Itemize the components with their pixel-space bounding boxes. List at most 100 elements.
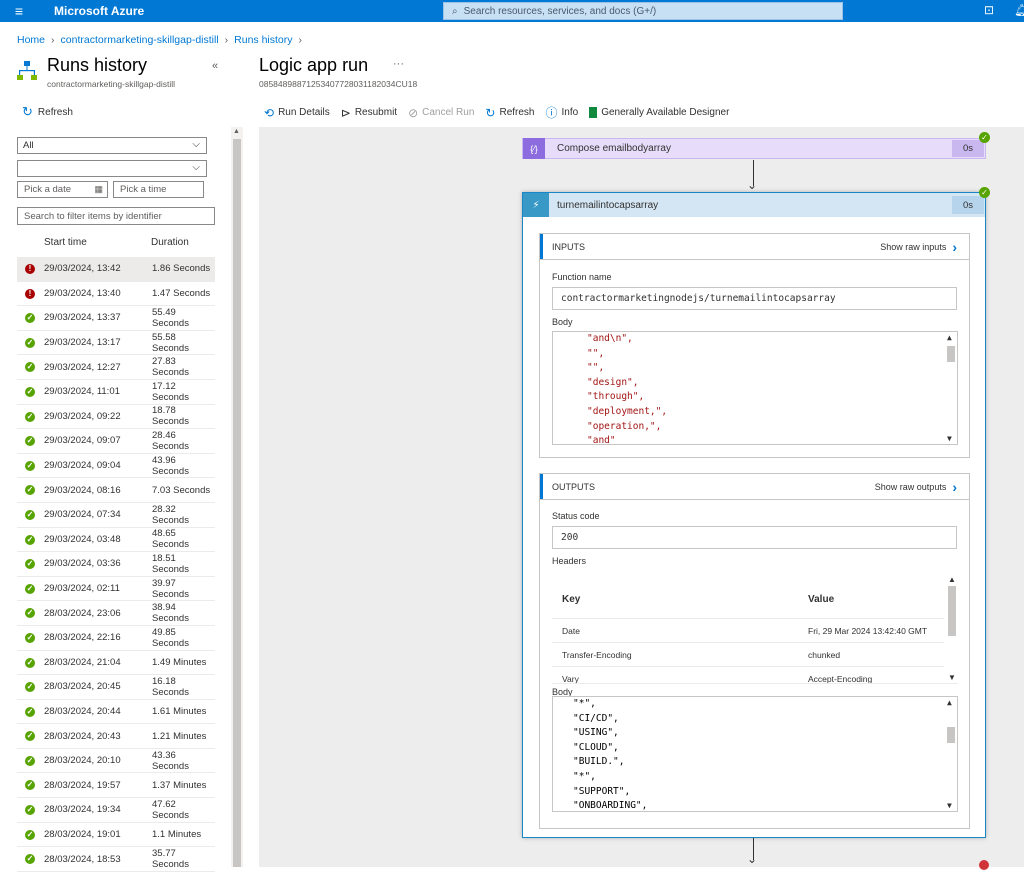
secondary-filter-dropdown[interactable]: ⌵ <box>17 160 207 177</box>
run-row[interactable]: ✓ 29/03/2024, 09:04 43.96 Seconds <box>17 454 215 479</box>
refresh-icon: ↻ <box>22 104 33 119</box>
scroll-thumb[interactable] <box>233 139 241 867</box>
run-row[interactable]: ✓ 29/03/2024, 03:36 18.51 Seconds <box>17 552 215 577</box>
date-picker[interactable]: Pick a date ▦ <box>17 181 108 198</box>
run-row[interactable]: ✓ 28/03/2024, 19:57 1.37 Minutes <box>17 773 215 799</box>
show-raw-outputs-button[interactable]: Show raw outputs › <box>875 479 957 495</box>
refresh-icon: ↻ <box>485 105 496 120</box>
compose-action-card[interactable]: {∕} Compose emailbodyarray 0s <box>522 138 986 159</box>
scroll-down-icon[interactable]: ▼ <box>948 673 956 682</box>
global-search-input[interactable]: ⌕ Search resources, services, and docs (… <box>443 2 843 20</box>
brand-title[interactable]: Microsoft Azure <box>54 4 144 18</box>
info-button[interactable]: ⓘ Info <box>545 104 578 121</box>
refresh-runs-button[interactable]: ↻ Refresh <box>22 104 73 120</box>
collapse-panel-icon[interactable]: « <box>212 60 218 72</box>
run-row[interactable]: ✓ 29/03/2024, 13:37 55.49 Seconds <box>17 306 215 331</box>
code-line: "through", <box>587 391 645 403</box>
run-row[interactable]: ✓ 28/03/2024, 20:45 16.18 Seconds <box>17 675 215 700</box>
show-raw-inputs-button[interactable]: Show raw inputs › <box>880 239 957 255</box>
scroll-thumb[interactable] <box>947 727 955 743</box>
run-row[interactable]: ✓ 28/03/2024, 23:06 38.94 Seconds <box>17 601 215 626</box>
run-row[interactable]: ✓ 28/03/2024, 20:43 1.21 Minutes <box>17 724 215 749</box>
notification-bell-icon[interactable]: 🔔︎ <box>1014 3 1024 17</box>
breadcrumb-home[interactable]: Home <box>17 34 45 46</box>
panel-accent-bar <box>540 234 543 259</box>
hamburger-menu-icon[interactable]: ≡ <box>0 0 38 22</box>
run-row[interactable]: ✓ 28/03/2024, 20:44 1.61 Minutes <box>17 700 215 725</box>
scroll-up-icon[interactable]: ▲ <box>947 333 952 342</box>
function-card-header[interactable]: ⚡︎ turnemailintocapsarray 0s <box>523 193 985 217</box>
input-body-code[interactable]: "and\n", "", "", "design", "through", "deploy… <box>552 331 958 445</box>
headers-scrollbar[interactable]: ▲ ▼ <box>946 574 958 683</box>
resubmit-button[interactable]: ⊳ Resubmit <box>341 104 397 121</box>
success-status-icon: ✓ <box>25 755 35 766</box>
status-filter-dropdown[interactable]: All ⌵ <box>17 137 207 154</box>
run-row[interactable]: ✓ 29/03/2024, 02:11 39.97 Seconds <box>17 577 215 602</box>
run-row[interactable]: ✓ 28/03/2024, 20:10 43.36 Seconds <box>17 749 215 774</box>
identifier-filter-input[interactable]: Search to filter items by identifier <box>17 207 215 225</box>
refresh-run-button[interactable]: ↻ Refresh <box>485 104 534 121</box>
run-start-time: 29/03/2024, 12:27 <box>44 361 121 373</box>
run-row[interactable]: ✓ 29/03/2024, 03:48 48.65 Seconds <box>17 528 215 553</box>
success-status-icon: ✓ <box>25 436 35 447</box>
scroll-thumb[interactable] <box>947 346 955 362</box>
time-picker[interactable]: Pick a time <box>113 181 204 198</box>
run-start-time: 28/03/2024, 23:06 <box>44 607 121 619</box>
logic-app-icon <box>17 61 37 80</box>
breadcrumb-runs-history[interactable]: Runs history <box>234 34 292 46</box>
run-duration: 39.97 Seconds <box>152 577 189 600</box>
panel-accent-bar <box>540 474 543 499</box>
run-duration: 1.37 Minutes <box>152 779 207 791</box>
run-duration: 1.86 Seconds <box>152 263 211 275</box>
breadcrumb-logic-app[interactable]: contractormarketing-skillgap-distill <box>61 34 219 46</box>
run-row[interactable]: ✓ 28/03/2024, 19:01 1.1 Minutes <box>17 823 215 848</box>
success-status-icon: ✓ <box>25 632 35 643</box>
run-row[interactable]: ✓ 29/03/2024, 08:16 7.03 Seconds <box>17 478 215 503</box>
run-start-time: 29/03/2024, 11:01 <box>44 386 120 398</box>
code-line: "*", <box>573 698 596 709</box>
run-row[interactable]: ! 29/03/2024, 13:42 1.86 Seconds <box>17 257 215 282</box>
run-row[interactable]: ✓ 28/03/2024, 18:53 35.77 Seconds <box>17 847 215 872</box>
function-name-value[interactable]: contractormarketingnodejs/turnemailintoc… <box>552 287 957 310</box>
run-row[interactable]: ✓ 28/03/2024, 19:34 47.62 Seconds <box>17 798 215 823</box>
cancel-run-button[interactable]: ⊘ Cancel Run <box>408 104 474 121</box>
run-duration: 55.49 Seconds <box>152 306 189 329</box>
scroll-up-icon[interactable]: ▲ <box>948 575 956 584</box>
function-name-label: Function name <box>552 272 612 282</box>
output-body-scrollbar[interactable]: ▲ ▼ <box>945 697 957 811</box>
headers-key-column: Key <box>562 594 581 605</box>
scroll-down-icon[interactable]: ▼ <box>947 801 952 810</box>
runs-list-scrollbar[interactable]: ▲ <box>231 127 243 867</box>
run-row[interactable]: ✓ 29/03/2024, 09:07 28.46 Seconds <box>17 429 215 454</box>
scroll-up-icon[interactable]: ▲ <box>233 128 240 135</box>
run-row[interactable]: ✓ 29/03/2024, 13:17 55.58 Seconds <box>17 331 215 356</box>
output-body-code[interactable]: "*", "CI/CD", "USING", "CLOUD", "BUILD.", "*"… <box>552 696 958 812</box>
input-body-scrollbar[interactable]: ▲ ▼ <box>945 332 957 444</box>
run-start-time: 28/03/2024, 20:43 <box>44 730 121 742</box>
failure-status-icon <box>979 860 989 870</box>
cloud-shell-icon[interactable]: ⊡ <box>984 3 994 17</box>
inputs-title: INPUTS <box>552 241 586 252</box>
more-options-icon[interactable]: ··· <box>393 58 404 70</box>
run-row[interactable]: ✓ 28/03/2024, 22:16 49.85 Seconds <box>17 626 215 651</box>
status-code-value[interactable]: 200 <box>552 526 957 549</box>
run-row[interactable]: ! 29/03/2024, 13:40 1.47 Seconds <box>17 282 215 307</box>
search-placeholder: Search resources, services, and docs (G+… <box>463 5 657 17</box>
run-row[interactable]: ✓ 29/03/2024, 11:01 17.12 Seconds <box>17 380 215 405</box>
designer-toggle-button[interactable]: Generally Available Designer <box>589 104 729 121</box>
run-start-time: 28/03/2024, 19:57 <box>44 779 121 791</box>
run-row[interactable]: ✓ 29/03/2024, 07:34 28.32 Seconds <box>17 503 215 528</box>
column-header-duration[interactable]: Duration <box>151 237 189 248</box>
scroll-down-icon[interactable]: ▼ <box>947 434 952 443</box>
run-row[interactable]: ✓ 28/03/2024, 21:04 1.49 Minutes <box>17 651 215 676</box>
run-duration: 43.36 Seconds <box>152 749 189 772</box>
run-start-time: 29/03/2024, 09:07 <box>44 435 121 447</box>
run-row[interactable]: ✓ 29/03/2024, 12:27 27.83 Seconds <box>17 355 215 380</box>
run-details-button[interactable]: ⟲ Run Details <box>264 104 330 121</box>
outputs-header: OUTPUTS Show raw outputs › <box>540 474 969 500</box>
run-row[interactable]: ✓ 29/03/2024, 09:22 18.78 Seconds <box>17 405 215 430</box>
column-header-start-time[interactable]: Start time <box>44 237 87 248</box>
scroll-thumb[interactable] <box>948 586 956 636</box>
function-action-card[interactable]: ⚡︎ turnemailintocapsarray 0s INPUTS Show… <box>522 192 986 838</box>
scroll-up-icon[interactable]: ▲ <box>947 698 952 707</box>
